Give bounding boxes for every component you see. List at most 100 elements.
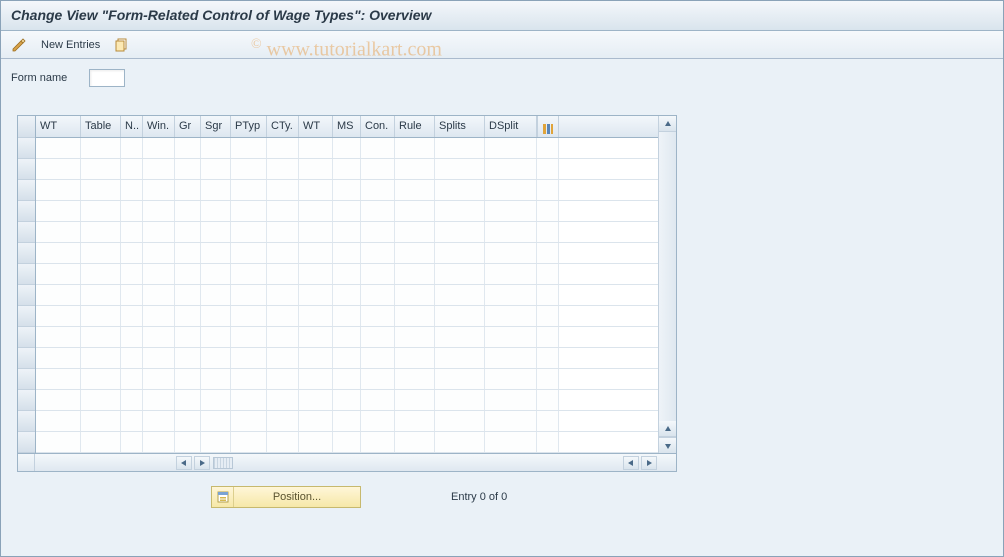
- cell-dsplit[interactable]: [485, 411, 537, 431]
- cell-table[interactable]: [81, 390, 121, 410]
- cell-sgr[interactable]: [201, 138, 231, 158]
- cell-gr[interactable]: [175, 201, 201, 221]
- cell-gr[interactable]: [175, 180, 201, 200]
- cell-cty[interactable]: [267, 348, 299, 368]
- row-selector[interactable]: [18, 285, 35, 306]
- column-header-cty[interactable]: CTy.: [267, 116, 299, 137]
- row-selector[interactable]: [18, 432, 35, 453]
- cell-table[interactable]: [81, 306, 121, 326]
- cell-rule[interactable]: [395, 201, 435, 221]
- cell-wt1[interactable]: [36, 327, 81, 347]
- cell-ms[interactable]: [333, 306, 361, 326]
- cell-ptyp[interactable]: [231, 285, 267, 305]
- cell-win[interactable]: [143, 222, 175, 242]
- cell-rule[interactable]: [395, 222, 435, 242]
- cell-sgr[interactable]: [201, 264, 231, 284]
- row-selector[interactable]: [18, 180, 35, 201]
- cell-wt1[interactable]: [36, 411, 81, 431]
- cell-win[interactable]: [143, 264, 175, 284]
- row-selector[interactable]: [18, 201, 35, 222]
- cell-rule[interactable]: [395, 411, 435, 431]
- cell-con[interactable]: [361, 138, 395, 158]
- cell-wt1[interactable]: [36, 243, 81, 263]
- cell-cty[interactable]: [267, 306, 299, 326]
- column-header-rule[interactable]: Rule: [395, 116, 435, 137]
- cell-cty[interactable]: [267, 327, 299, 347]
- cell-dsplit[interactable]: [485, 138, 537, 158]
- cell-wt1[interactable]: [36, 222, 81, 242]
- cell-ptyp[interactable]: [231, 390, 267, 410]
- cell-sgr[interactable]: [201, 432, 231, 452]
- cell-ms[interactable]: [333, 432, 361, 452]
- cell-gr[interactable]: [175, 411, 201, 431]
- cell-ms[interactable]: [333, 348, 361, 368]
- cell-con[interactable]: [361, 306, 395, 326]
- cell-win[interactable]: [143, 243, 175, 263]
- column-header-table[interactable]: Table: [81, 116, 121, 137]
- cell-gr[interactable]: [175, 138, 201, 158]
- cell-table[interactable]: [81, 432, 121, 452]
- cell-sgr[interactable]: [201, 201, 231, 221]
- cell-gr[interactable]: [175, 432, 201, 452]
- cell-win[interactable]: [143, 369, 175, 389]
- cell-ms[interactable]: [333, 285, 361, 305]
- cell-ptyp[interactable]: [231, 327, 267, 347]
- cell-con[interactable]: [361, 390, 395, 410]
- vertical-scrollbar[interactable]: [658, 116, 676, 453]
- cell-dsplit[interactable]: [485, 201, 537, 221]
- column-header-ptyp[interactable]: PTyp: [231, 116, 267, 137]
- cell-win[interactable]: [143, 390, 175, 410]
- cell-rule[interactable]: [395, 138, 435, 158]
- cell-rule[interactable]: [395, 432, 435, 452]
- table-settings-icon[interactable]: [537, 116, 559, 137]
- position-button[interactable]: Position...: [211, 486, 361, 508]
- cell-sgr[interactable]: [201, 285, 231, 305]
- cell-wt1[interactable]: [36, 285, 81, 305]
- cell-wt2[interactable]: [299, 201, 333, 221]
- cell-ptyp[interactable]: [231, 348, 267, 368]
- cell-sgr[interactable]: [201, 369, 231, 389]
- cell-splits[interactable]: [435, 369, 485, 389]
- cell-splits[interactable]: [435, 222, 485, 242]
- scroll-down-arrow-icon[interactable]: [659, 437, 676, 453]
- row-selector[interactable]: [18, 222, 35, 243]
- column-header-dsplit[interactable]: DSplit: [485, 116, 537, 137]
- select-all-corner[interactable]: [18, 116, 35, 138]
- cell-ms[interactable]: [333, 222, 361, 242]
- cell-splits[interactable]: [435, 390, 485, 410]
- cell-wt2[interactable]: [299, 306, 333, 326]
- cell-rule[interactable]: [395, 369, 435, 389]
- cell-dsplit[interactable]: [485, 390, 537, 410]
- cell-wt1[interactable]: [36, 369, 81, 389]
- cell-con[interactable]: [361, 369, 395, 389]
- cell-dsplit[interactable]: [485, 159, 537, 179]
- row-selector[interactable]: [18, 411, 35, 432]
- cell-table[interactable]: [81, 159, 121, 179]
- cell-win[interactable]: [143, 285, 175, 305]
- cell-splits[interactable]: [435, 138, 485, 158]
- row-selector[interactable]: [18, 159, 35, 180]
- cell-wt2[interactable]: [299, 432, 333, 452]
- cell-dsplit[interactable]: [485, 369, 537, 389]
- cell-wt2[interactable]: [299, 264, 333, 284]
- cell-win[interactable]: [143, 348, 175, 368]
- cell-gr[interactable]: [175, 348, 201, 368]
- cell-wt2[interactable]: [299, 138, 333, 158]
- cell-win[interactable]: [143, 159, 175, 179]
- cell-win[interactable]: [143, 327, 175, 347]
- cell-win[interactable]: [143, 306, 175, 326]
- cell-n[interactable]: [121, 201, 143, 221]
- row-selector[interactable]: [18, 348, 35, 369]
- cell-rule[interactable]: [395, 159, 435, 179]
- cell-rule[interactable]: [395, 390, 435, 410]
- cell-gr[interactable]: [175, 264, 201, 284]
- cell-wt1[interactable]: [36, 180, 81, 200]
- scroll-up-arrow-icon[interactable]: [659, 116, 676, 132]
- cell-ptyp[interactable]: [231, 306, 267, 326]
- row-selector[interactable]: [18, 327, 35, 348]
- cell-ms[interactable]: [333, 411, 361, 431]
- cell-table[interactable]: [81, 180, 121, 200]
- row-selector[interactable]: [18, 264, 35, 285]
- cell-ptyp[interactable]: [231, 264, 267, 284]
- cell-gr[interactable]: [175, 243, 201, 263]
